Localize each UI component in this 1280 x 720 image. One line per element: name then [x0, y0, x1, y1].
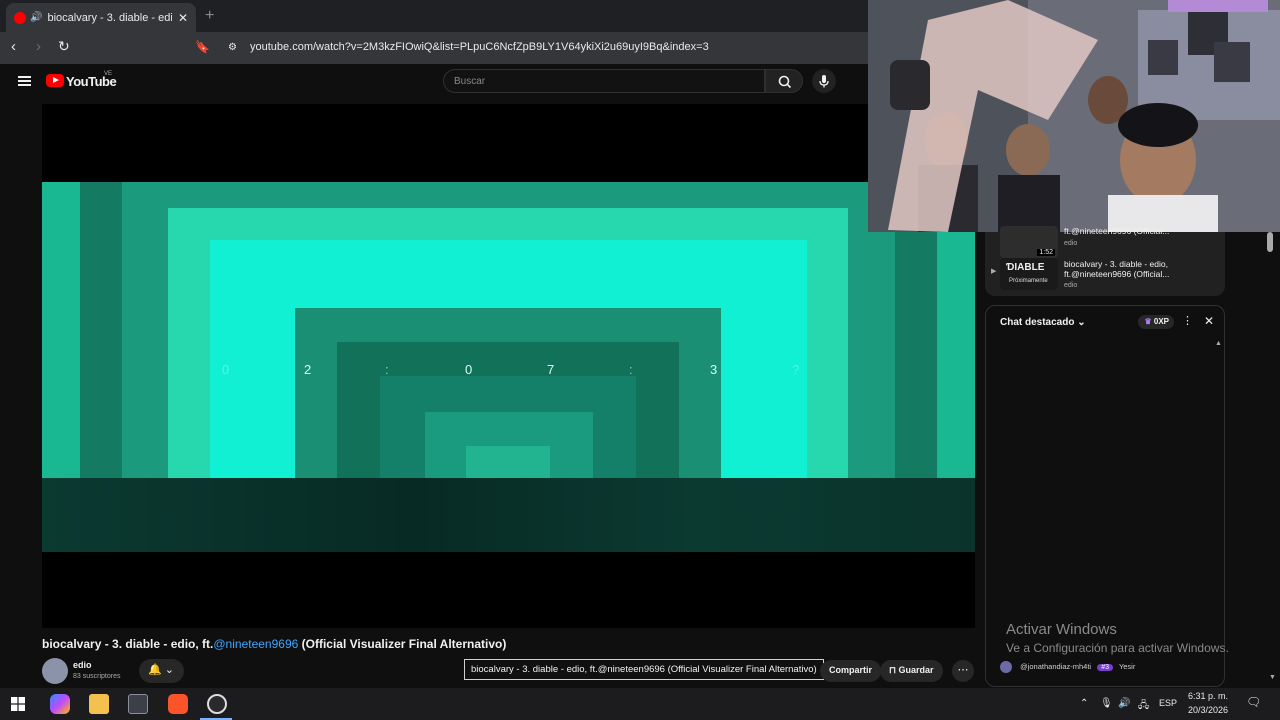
tab-title: biocalvary - 3. diable - edio, ft [47, 11, 171, 24]
playlist-panel: 1:52 ft.@nineteen9696 (Official... edio … [985, 226, 1225, 296]
webcam-overlay [868, 0, 1280, 232]
subscriber-count: 83 suscriptores [73, 673, 121, 680]
title-tooltip: biocalvary - 3. diable - edio, ft.@ninet… [464, 659, 824, 680]
visualizer-clock-digit: ? [792, 362, 800, 377]
copilot-icon[interactable] [50, 694, 70, 714]
chat-header[interactable]: Chat destacado ⌄ [1000, 317, 1086, 328]
video-duration: 1:52 [1037, 249, 1055, 256]
clock-time[interactable]: 6:31 p. m. [1188, 691, 1228, 701]
search-button[interactable] [765, 69, 803, 93]
visualizer-clock-digit: 2 [304, 362, 312, 377]
playlist-item-channel: edio [1064, 240, 1078, 247]
brave-browser-icon[interactable] [168, 694, 188, 714]
chevron-down-icon[interactable]: ⌄ [1077, 317, 1085, 328]
search-icon [778, 75, 792, 89]
playlist-item-title[interactable]: ft.@nineteen9696 (Official... [1064, 226, 1214, 236]
more-actions-button[interactable]: ⋯ [952, 660, 974, 682]
notifications-icon[interactable]: 🗨 [1246, 695, 1261, 709]
notifications-button[interactable]: 🔔 ⌄ [139, 659, 184, 683]
audio-playing-icon[interactable]: 🔊 [30, 12, 42, 23]
windows-activation-title: Activar Windows [1006, 621, 1117, 638]
crown-icon: ♛ [1144, 317, 1152, 326]
network-icon[interactable]: 🖧 [1138, 698, 1149, 715]
chat-message: @jonathandiaz-mh4ti #3 Yesir [1000, 661, 1135, 673]
bookmark-icon[interactable]: 🔖 [195, 40, 210, 54]
avatar[interactable] [1000, 661, 1012, 673]
windows-start-icon[interactable] [11, 697, 25, 711]
clock-date[interactable]: 20/3/2026 [1188, 705, 1228, 715]
chevron-down-icon: ⌄ [164, 664, 174, 676]
scroll-up-icon[interactable]: ▲ [1215, 340, 1222, 347]
calculator-icon[interactable] [128, 694, 148, 714]
visualizer-clock-digit: 7 [547, 362, 555, 377]
video-title: biocalvary - 3. diable - edio, ft.@ninet… [42, 637, 507, 651]
url-field[interactable]: youtube.com/watch?v=2M3kzFIOwiQ&list=PLp… [250, 41, 709, 53]
visualizer-frame [466, 446, 550, 478]
visualizer-floor [42, 478, 975, 552]
menu-icon[interactable] [18, 76, 31, 86]
back-icon[interactable]: ‹ [11, 38, 16, 55]
channel-name[interactable]: edio [73, 660, 92, 670]
xp-badge[interactable]: ♛ 0XP [1138, 315, 1174, 329]
language-indicator[interactable]: ESP [1159, 698, 1177, 708]
volume-icon[interactable]: 🔊 [1118, 698, 1130, 709]
chat-username[interactable]: @jonathandiaz-mh4ti [1020, 662, 1091, 671]
file-explorer-icon[interactable] [89, 694, 109, 714]
chat-text: Yesir [1118, 661, 1136, 671]
search-input[interactable]: Buscar [443, 69, 765, 93]
windows-taskbar: ⌃ 🎙 🔊 🖧 ESP 6:31 p. m. 20/3/2026 🗨 [0, 688, 1280, 720]
country-code: VE [104, 71, 113, 77]
thumbnail-logo-text: ƊIABLE [1006, 262, 1045, 273]
windows-activation-text: Ve a Configuración para activar Windows. [1006, 641, 1229, 655]
chevron-up-icon[interactable]: ⌃ [1080, 698, 1088, 709]
browser-tab[interactable]: 🔊 biocalvary - 3. diable - edio, ft ✕ [6, 3, 196, 32]
scroll-down-icon[interactable]: ▼ [1269, 674, 1276, 681]
youtube-logo-icon[interactable] [46, 74, 64, 87]
more-options-icon[interactable]: ⋮ [1182, 314, 1193, 327]
mention-link[interactable]: @nineteen9696 [213, 637, 298, 651]
playlist-item[interactable]: ƊIABLE Próximamente biocalvary - 3. diab… [985, 258, 1225, 294]
close-tab-icon[interactable]: ✕ [178, 11, 188, 25]
channel-avatar[interactable] [42, 658, 68, 684]
save-button[interactable]: ⊓ Guardar [880, 660, 943, 682]
site-info-icon[interactable]: ⚙ [228, 42, 237, 53]
microphone-icon[interactable]: 🎙 [1100, 698, 1113, 709]
bell-icon: 🔔 [148, 664, 162, 676]
reload-icon[interactable]: ↻ [58, 38, 70, 55]
forward-icon[interactable]: › [36, 38, 41, 55]
visualizer-clock-digit: 0 [465, 362, 473, 377]
youtube-favicon-icon [14, 11, 26, 24]
playlist-thumbnail[interactable]: 1:52 [1000, 226, 1058, 258]
playlist-item-channel: edio [1064, 282, 1078, 289]
thumbnail-caption: Próximamente [1009, 278, 1048, 284]
page-scrollbar[interactable] [1267, 232, 1273, 252]
close-icon[interactable]: ✕ [1204, 314, 1214, 328]
visualizer-clock-digit: 0 [222, 362, 230, 377]
webcam-image [868, 0, 1280, 232]
bookmark-icon: ⊓ [889, 665, 897, 675]
member-badge: #3 [1097, 663, 1113, 671]
new-tab-icon[interactable]: + [205, 7, 214, 25]
playlist-thumbnail[interactable]: ƊIABLE Próximamente [1000, 258, 1058, 290]
visualizer-clock-digit: : [629, 362, 633, 377]
playlist-item-title[interactable]: biocalvary - 3. diable - edio, ft.@ninet… [1064, 259, 1214, 279]
playlist-item[interactable]: 1:52 ft.@nineteen9696 (Official... edio [985, 226, 1225, 262]
share-button[interactable]: Compartir [820, 660, 882, 682]
obs-studio-icon[interactable] [207, 694, 227, 714]
visualizer-clock-digit: 3 [710, 362, 718, 377]
video-player[interactable]: 0 2 : 0 7 : 3 ? [42, 104, 975, 628]
visualizer-clock-digit: : [385, 362, 389, 377]
voice-search-button[interactable] [812, 69, 836, 93]
microphone-icon [819, 75, 829, 88]
